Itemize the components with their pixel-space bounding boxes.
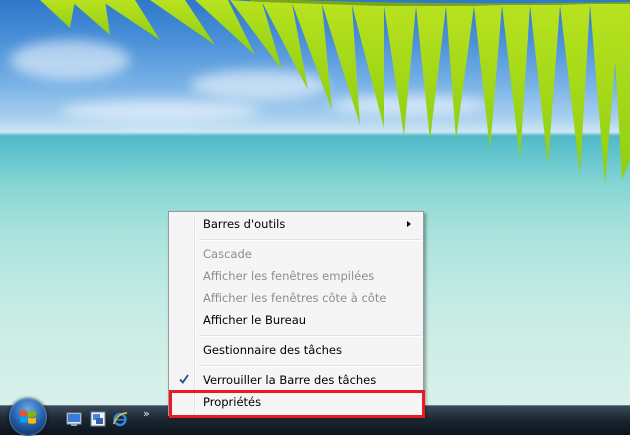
menu-item-task-manager[interactable]: Gestionnaire des tâches xyxy=(171,340,421,360)
menu-separator xyxy=(199,365,421,367)
internet-explorer-icon[interactable] xyxy=(112,411,128,427)
menu-item-side-by-side-windows[interactable]: Afficher les fenêtres côte à côte xyxy=(171,288,421,308)
menu-item-stacked-windows[interactable]: Afficher les fenêtres empilées xyxy=(171,266,421,286)
menu-item-label: Propriétés xyxy=(203,395,262,409)
menu-item-label: Afficher les fenêtres empilées xyxy=(203,269,375,283)
taskbar-overflow-chevron[interactable]: » xyxy=(143,407,150,420)
taskbar-context-menu: Barres d'outils Cascade Afficher les fen… xyxy=(168,211,424,416)
menu-item-lock-taskbar[interactable]: Verrouiller la Barre des tâches xyxy=(171,370,421,390)
menu-item-label: Verrouiller la Barre des tâches xyxy=(203,373,377,387)
menu-separator xyxy=(199,335,421,337)
menu-item-label: Cascade xyxy=(203,247,252,261)
menu-item-toolbars[interactable]: Barres d'outils xyxy=(171,214,421,234)
menu-item-cascade[interactable]: Cascade xyxy=(171,244,421,264)
menu-item-properties[interactable]: Propriétés xyxy=(171,392,421,412)
checkmark-icon xyxy=(179,374,189,384)
menu-item-label: Barres d'outils xyxy=(203,217,286,231)
menu-item-label: Afficher les fenêtres côte à côte xyxy=(203,291,387,305)
submenu-arrow-icon xyxy=(407,221,411,227)
switch-windows-icon[interactable] xyxy=(90,411,106,427)
start-button[interactable] xyxy=(9,398,47,436)
menu-item-label: Afficher le Bureau xyxy=(203,313,307,327)
windows-logo-icon xyxy=(20,410,36,424)
show-desktop-icon[interactable] xyxy=(66,411,82,427)
palm-leaves xyxy=(40,0,630,185)
menu-item-show-desktop[interactable]: Afficher le Bureau xyxy=(171,310,421,330)
menu-item-label: Gestionnaire des tâches xyxy=(203,343,342,357)
menu-separator xyxy=(199,239,421,241)
